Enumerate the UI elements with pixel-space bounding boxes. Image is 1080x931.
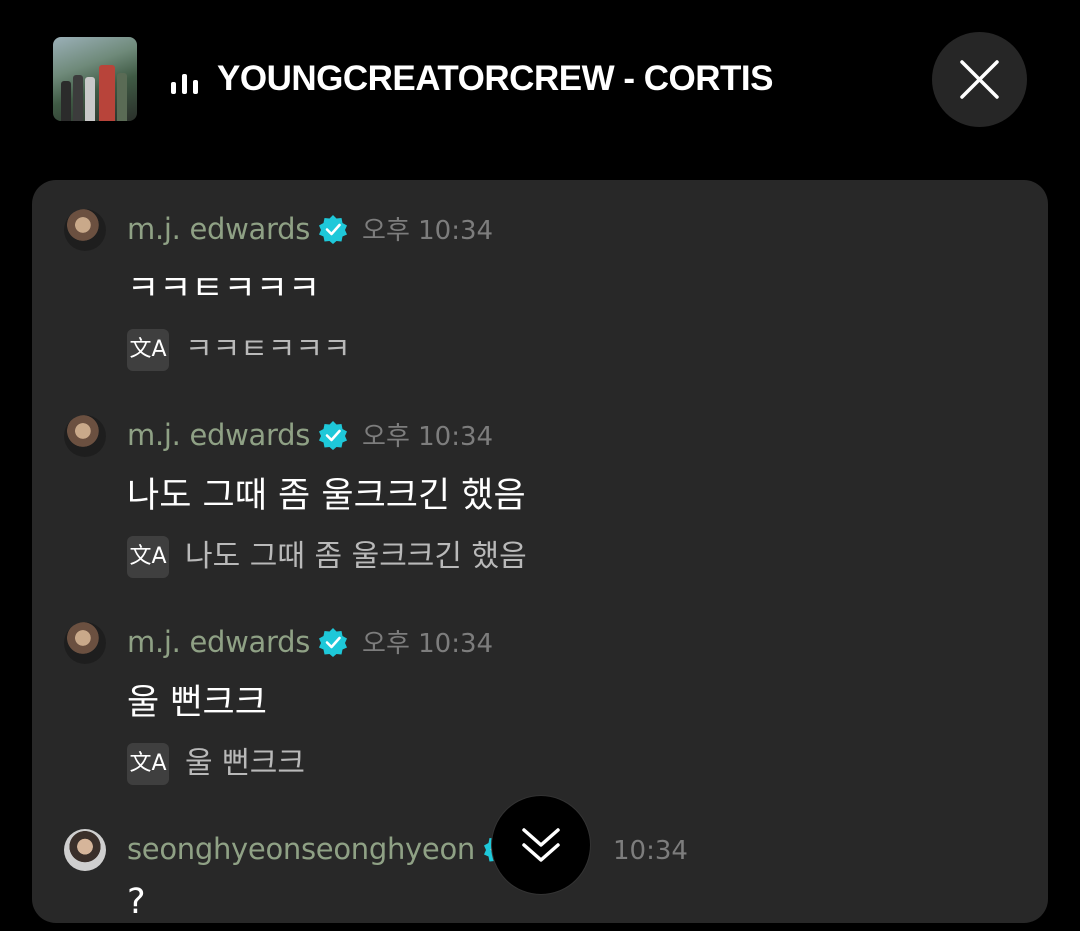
message-text: 나도 그때 좀 울크크긴 했음 xyxy=(127,476,526,516)
timestamp: 오후 10:34 xyxy=(362,422,494,452)
message-text: 울 뻔크크 xyxy=(127,683,267,723)
avatar[interactable] xyxy=(64,415,106,457)
username[interactable]: seonghyeonseonghyeon xyxy=(127,832,475,866)
translate-icon[interactable]: 文A xyxy=(127,743,169,785)
translation-text: 나도 그때 좀 울크크긴 했음 xyxy=(185,539,527,574)
equalizer-icon xyxy=(171,70,201,94)
close-icon xyxy=(960,60,999,99)
album-cover-image[interactable] xyxy=(53,37,137,121)
header: YOUNGCREATORCREW - CORTIS xyxy=(0,0,1080,160)
verified-badge-icon xyxy=(319,628,348,657)
avatar[interactable] xyxy=(64,209,106,251)
verified-badge-icon xyxy=(319,421,348,450)
message-text: ? xyxy=(127,882,146,922)
double-chevron-down-icon xyxy=(522,828,560,862)
avatar[interactable] xyxy=(64,829,106,871)
translation-text: 울 뻔크크 xyxy=(185,746,305,781)
message-text: ㅋㅋㅌㅋㅋㅋ xyxy=(127,269,321,309)
song-title: YOUNGCREATORCREW - CORTIS xyxy=(217,59,773,98)
verified-badge-icon xyxy=(319,215,348,244)
timestamp: 10:34 xyxy=(612,836,688,866)
scroll-to-latest-button[interactable] xyxy=(491,795,591,895)
translation-text: ㅋㅋㅌㅋㅋㅋ xyxy=(185,332,351,367)
avatar[interactable] xyxy=(64,622,106,664)
translate-icon[interactable]: 文A xyxy=(127,329,169,371)
translate-icon[interactable]: 文A xyxy=(127,536,169,578)
username[interactable]: m.j. edwards xyxy=(127,625,310,659)
timestamp: 오후 10:34 xyxy=(362,216,494,246)
close-button[interactable] xyxy=(932,32,1027,127)
timestamp: 오후 10:34 xyxy=(362,629,494,659)
username[interactable]: m.j. edwards xyxy=(127,418,310,452)
username[interactable]: m.j. edwards xyxy=(127,212,310,246)
